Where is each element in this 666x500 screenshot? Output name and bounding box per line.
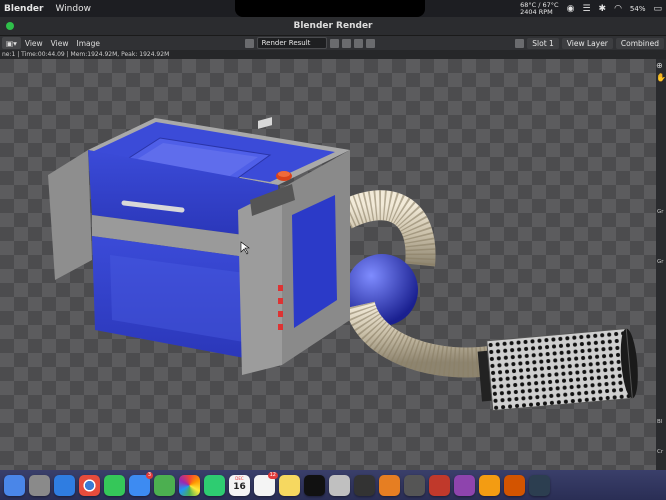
app10-icon[interactable] bbox=[529, 474, 550, 496]
new-image-icon[interactable] bbox=[341, 38, 351, 48]
editor-type-button[interactable]: ▣▾ bbox=[2, 37, 21, 49]
image-name-field[interactable]: Render Result bbox=[256, 37, 327, 49]
control-center-icon[interactable]: ☰ bbox=[582, 4, 590, 14]
render-canvas[interactable] bbox=[0, 59, 656, 470]
slot-dropdown[interactable]: Slot 1 bbox=[527, 37, 559, 49]
fake-user-shield-icon[interactable] bbox=[329, 38, 339, 48]
calendar-icon[interactable]: DEC 16 bbox=[229, 474, 250, 496]
app6-icon[interactable] bbox=[429, 474, 450, 496]
facetime-icon[interactable] bbox=[204, 474, 225, 496]
window-control-icon[interactable] bbox=[6, 22, 14, 30]
render-info-line: ne:1 | Time:00:44.09 | Mem:1924.92M, Pea… bbox=[0, 50, 666, 59]
macos-dock: 3 DEC 16 12 bbox=[0, 470, 666, 500]
temperature-readout[interactable]: 68°C / 67°C 2404 RPM bbox=[520, 1, 558, 16]
chrome-icon[interactable] bbox=[79, 474, 100, 496]
render-pass-dropdown[interactable]: Combined bbox=[615, 37, 664, 49]
app8-icon[interactable] bbox=[479, 474, 500, 496]
menu-view[interactable]: View bbox=[21, 37, 47, 49]
render-result-image bbox=[48, 117, 638, 412]
photos-icon[interactable] bbox=[179, 474, 200, 496]
vpn-icon[interactable]: ◉ bbox=[567, 4, 575, 14]
right-sidebar: ⊕ ✋ Gr Gr Bl Cr bbox=[656, 59, 666, 470]
macos-menubar: Blender Window 68°C / 67°C 2404 RPM ◉ ☰ … bbox=[0, 0, 666, 18]
app7-icon[interactable] bbox=[454, 474, 475, 496]
status-area: 68°C / 67°C 2404 RPM ◉ ☰ ✱ ◠ 54% ▭ bbox=[520, 0, 662, 17]
messages-icon[interactable] bbox=[104, 474, 125, 496]
sidebar-tab-2[interactable]: Gr bbox=[657, 259, 664, 265]
battery-icon: ▭ bbox=[653, 3, 662, 14]
menu-image[interactable]: Image bbox=[72, 37, 104, 49]
sidebar-tab-3[interactable]: Bl bbox=[657, 419, 662, 425]
window-title: Blender Render bbox=[293, 21, 373, 31]
image-editor-header: ▣▾ View View Image Render Result Slot 1 … bbox=[0, 36, 666, 50]
screen-notch bbox=[235, 0, 425, 17]
unlink-image-icon[interactable] bbox=[365, 38, 375, 48]
image-browse-icon[interactable] bbox=[244, 38, 254, 48]
blender-icon[interactable] bbox=[354, 474, 375, 496]
safari-icon[interactable] bbox=[54, 474, 75, 496]
pan-hand-icon[interactable]: ✋ bbox=[656, 73, 666, 82]
appletv-icon[interactable] bbox=[304, 474, 325, 496]
window-titlebar: Blender Render bbox=[0, 17, 666, 36]
view-layer-dropdown[interactable]: View Layer bbox=[561, 37, 613, 49]
display-channels-icon[interactable] bbox=[515, 38, 525, 48]
bluetooth-icon[interactable]: ✱ bbox=[599, 4, 607, 14]
menu-view-2[interactable]: View bbox=[47, 37, 73, 49]
maps-icon[interactable] bbox=[154, 474, 175, 496]
mail-icon[interactable]: 3 bbox=[129, 471, 153, 496]
finder-icon[interactable] bbox=[4, 474, 25, 496]
reminders-badge: 12 bbox=[267, 471, 278, 479]
reminders-icon[interactable]: 12 bbox=[254, 471, 278, 496]
mail-badge: 3 bbox=[145, 471, 153, 479]
app5-icon[interactable] bbox=[404, 474, 425, 496]
app3-icon[interactable] bbox=[329, 474, 350, 496]
battery-percent[interactable]: 54% bbox=[630, 5, 646, 13]
notes-icon[interactable] bbox=[279, 474, 300, 496]
launchpad-icon[interactable] bbox=[29, 474, 50, 496]
app9-icon[interactable] bbox=[504, 474, 525, 496]
zoom-icon[interactable]: ⊕ bbox=[656, 61, 663, 70]
app4-icon[interactable] bbox=[379, 474, 400, 496]
wifi-icon[interactable]: ◠ bbox=[614, 4, 622, 14]
sidebar-tab-4[interactable]: Cr bbox=[657, 449, 663, 455]
menu-window[interactable]: Window bbox=[49, 4, 97, 14]
sidebar-tab-1[interactable]: Gr bbox=[657, 209, 664, 215]
app-menu-blender[interactable]: Blender bbox=[0, 4, 49, 14]
open-image-icon[interactable] bbox=[353, 38, 363, 48]
calendar-day: 16 bbox=[233, 481, 246, 492]
calendar-month: DEC bbox=[235, 475, 244, 481]
